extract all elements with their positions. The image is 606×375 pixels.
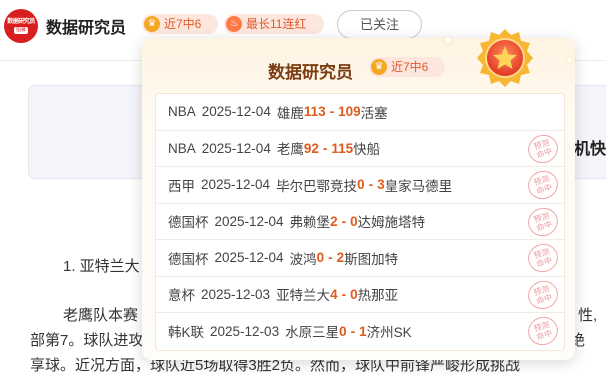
prediction-row[interactable]: NBA 2025-12-04 雄鹿 113 - 109 活塞 <box>156 94 564 131</box>
prediction-row[interactable]: 西甲 2025-12-04 毕尔巴鄂竞技 0 - 3 皇家马德里 预测 命中 <box>156 167 564 204</box>
avatar[interactable]: 数据研究员 招募 <box>4 9 38 43</box>
follow-button[interactable]: 已关注 <box>337 10 422 39</box>
score-separator: - <box>350 323 356 339</box>
match-date: 2025-12-04 <box>214 213 284 229</box>
crown-icon: ♛ <box>371 59 387 75</box>
score-separator: - <box>329 104 335 120</box>
away-score: 115 <box>331 140 354 156</box>
match-date: 2025-12-04 <box>201 104 271 120</box>
longest-streak-badge[interactable]: ♨ 最长11连红 <box>224 14 324 34</box>
prediction-row[interactable]: 德国杯 2025-12-04 弗赖堡 2 - 0 达姆施塔特 预测 命中 <box>156 203 564 240</box>
home-team: 水原三星 <box>285 325 340 341</box>
sparkle-icon: ✦ <box>442 32 454 48</box>
home-team: 雄鹿 <box>276 105 304 121</box>
match-date: 2025-12-03 <box>210 323 280 339</box>
popup-title: 数据研究员 <box>268 63 353 82</box>
away-team: 热那亚 <box>357 288 399 304</box>
prediction-row[interactable]: NBA 2025-12-04 老鹰 92 - 115 快船 预测 命中 <box>156 130 564 167</box>
home-score: 0 <box>339 323 347 339</box>
league-name: 德国杯 <box>168 251 209 267</box>
prediction-row[interactable]: 意杯 2025-12-03 亚特兰大 4 - 0 热那亚 预测 命中 <box>156 276 564 313</box>
streak-badge-label: 近7中6 <box>164 17 202 31</box>
article-list-item: 1. 亚特兰大 <box>63 258 140 275</box>
away-score: 2 <box>336 250 345 266</box>
away-score: 0 <box>350 213 358 229</box>
home-team: 波鸿 <box>289 251 317 267</box>
home-score: 113 <box>303 104 326 120</box>
home-score: 2 <box>330 213 338 229</box>
card-heading-fragment: 机快 <box>574 141 606 158</box>
crown-icon: ♛ <box>144 16 160 32</box>
away-score: 1 <box>359 323 367 339</box>
flame-icon: ♨ <box>226 16 242 32</box>
author-name[interactable]: 数据研究员 <box>46 14 126 38</box>
popup-streak-label: 近7中6 <box>391 60 429 74</box>
away-team: 达姆施塔特 <box>357 215 426 231</box>
home-score: 0 <box>316 250 325 266</box>
score-separator: - <box>322 140 328 156</box>
longest-streak-label: 最长11连红 <box>246 17 307 31</box>
away-team: 斯图加特 <box>344 251 399 267</box>
prediction-row[interactable]: 韩K联 2025-12-03 水原三星 0 - 1 济州SK 预测 命中 <box>156 313 564 350</box>
home-score: 4 <box>330 286 338 302</box>
match-date: 2025-12-04 <box>214 250 284 266</box>
home-score: 92 <box>303 140 319 156</box>
score-separator: - <box>341 286 347 302</box>
match-date: 2025-12-03 <box>201 286 271 302</box>
home-team: 弗赖堡 <box>289 215 331 231</box>
away-team: 济州SK <box>366 325 412 341</box>
score-separator: - <box>341 213 347 229</box>
popup-streak-badge: ♛ 近7中6 <box>369 57 445 77</box>
prediction-hit-stamp: 预测 命中 <box>524 240 562 276</box>
league-name: NBA <box>168 104 196 120</box>
match-date: 2025-12-04 <box>201 177 271 193</box>
home-team: 亚特兰大 <box>276 288 331 304</box>
home-score: 0 <box>357 177 365 193</box>
prediction-record-list: NBA 2025-12-04 雄鹿 113 - 109 活塞 NBA 2025-… <box>155 93 565 351</box>
away-team: 活塞 <box>360 105 388 121</box>
league-name: 西甲 <box>168 178 195 194</box>
away-score: 109 <box>338 104 361 120</box>
league-name: NBA <box>168 140 196 156</box>
article-paragraph-line: 老鹰队本赛 <box>63 307 139 324</box>
sparkle-icon: ✦ <box>565 55 575 67</box>
prediction-hit-stamp: 预测 命中 <box>524 203 562 240</box>
away-score: 3 <box>377 177 385 193</box>
prediction-row[interactable]: 德国杯 2025-12-04 波鸿 0 - 2 斯图加特 预测 命中 <box>156 240 564 277</box>
article-paragraph-fragment: 性, <box>578 307 598 324</box>
prediction-hit-stamp: 预测 命中 <box>524 276 562 313</box>
match-date: 2025-12-04 <box>201 140 271 156</box>
league-name: 意杯 <box>168 288 195 304</box>
prediction-hit-stamp: 预测 命中 <box>524 130 562 167</box>
avatar-subtext: 招募 <box>13 26 28 34</box>
home-team: 老鹰 <box>276 142 304 158</box>
league-name: 韩K联 <box>168 325 205 341</box>
away-score: 0 <box>350 286 358 302</box>
away-team: 皇家马德里 <box>384 178 453 194</box>
star-medal-icon <box>477 29 533 87</box>
score-separator: - <box>328 250 333 266</box>
league-name: 德国杯 <box>168 215 209 231</box>
avatar-text: 数据研究员 <box>7 18 35 25</box>
home-team: 毕尔巴鄂竞技 <box>276 178 358 194</box>
score-separator: - <box>368 177 374 193</box>
prediction-hit-stamp: 预测 命中 <box>524 167 562 203</box>
away-team: 快船 <box>353 142 381 158</box>
streak-badge[interactable]: ♛ 近7中6 <box>142 14 218 34</box>
prediction-hit-stamp: 预测 命中 <box>524 313 562 349</box>
article-paragraph-line: 部第7。球队进攻 <box>30 332 144 349</box>
